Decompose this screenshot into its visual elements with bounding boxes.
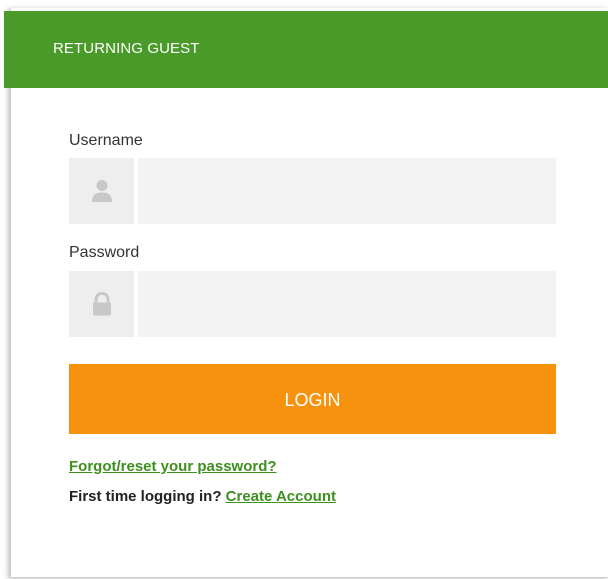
lock-icon [93, 292, 111, 316]
first-time-line: First time logging in? Create Account [69, 488, 336, 505]
password-field [69, 271, 556, 337]
username-label: Username [69, 132, 143, 149]
username-input[interactable] [138, 158, 556, 224]
header-title: RETURNING GUEST [53, 40, 200, 57]
password-label: Password [69, 244, 140, 261]
password-input[interactable] [138, 271, 556, 337]
username-icon-box [69, 158, 134, 224]
first-time-prompt: First time logging in? [69, 488, 222, 505]
user-icon [92, 180, 112, 202]
create-account-link[interactable]: Create Account [226, 488, 336, 505]
password-icon-box [69, 271, 134, 337]
forgot-password-link[interactable]: Forgot/reset your password? [69, 458, 277, 475]
login-button[interactable]: LOGIN [69, 364, 556, 434]
login-header: RETURNING GUEST [4, 11, 608, 88]
username-field [69, 158, 556, 224]
